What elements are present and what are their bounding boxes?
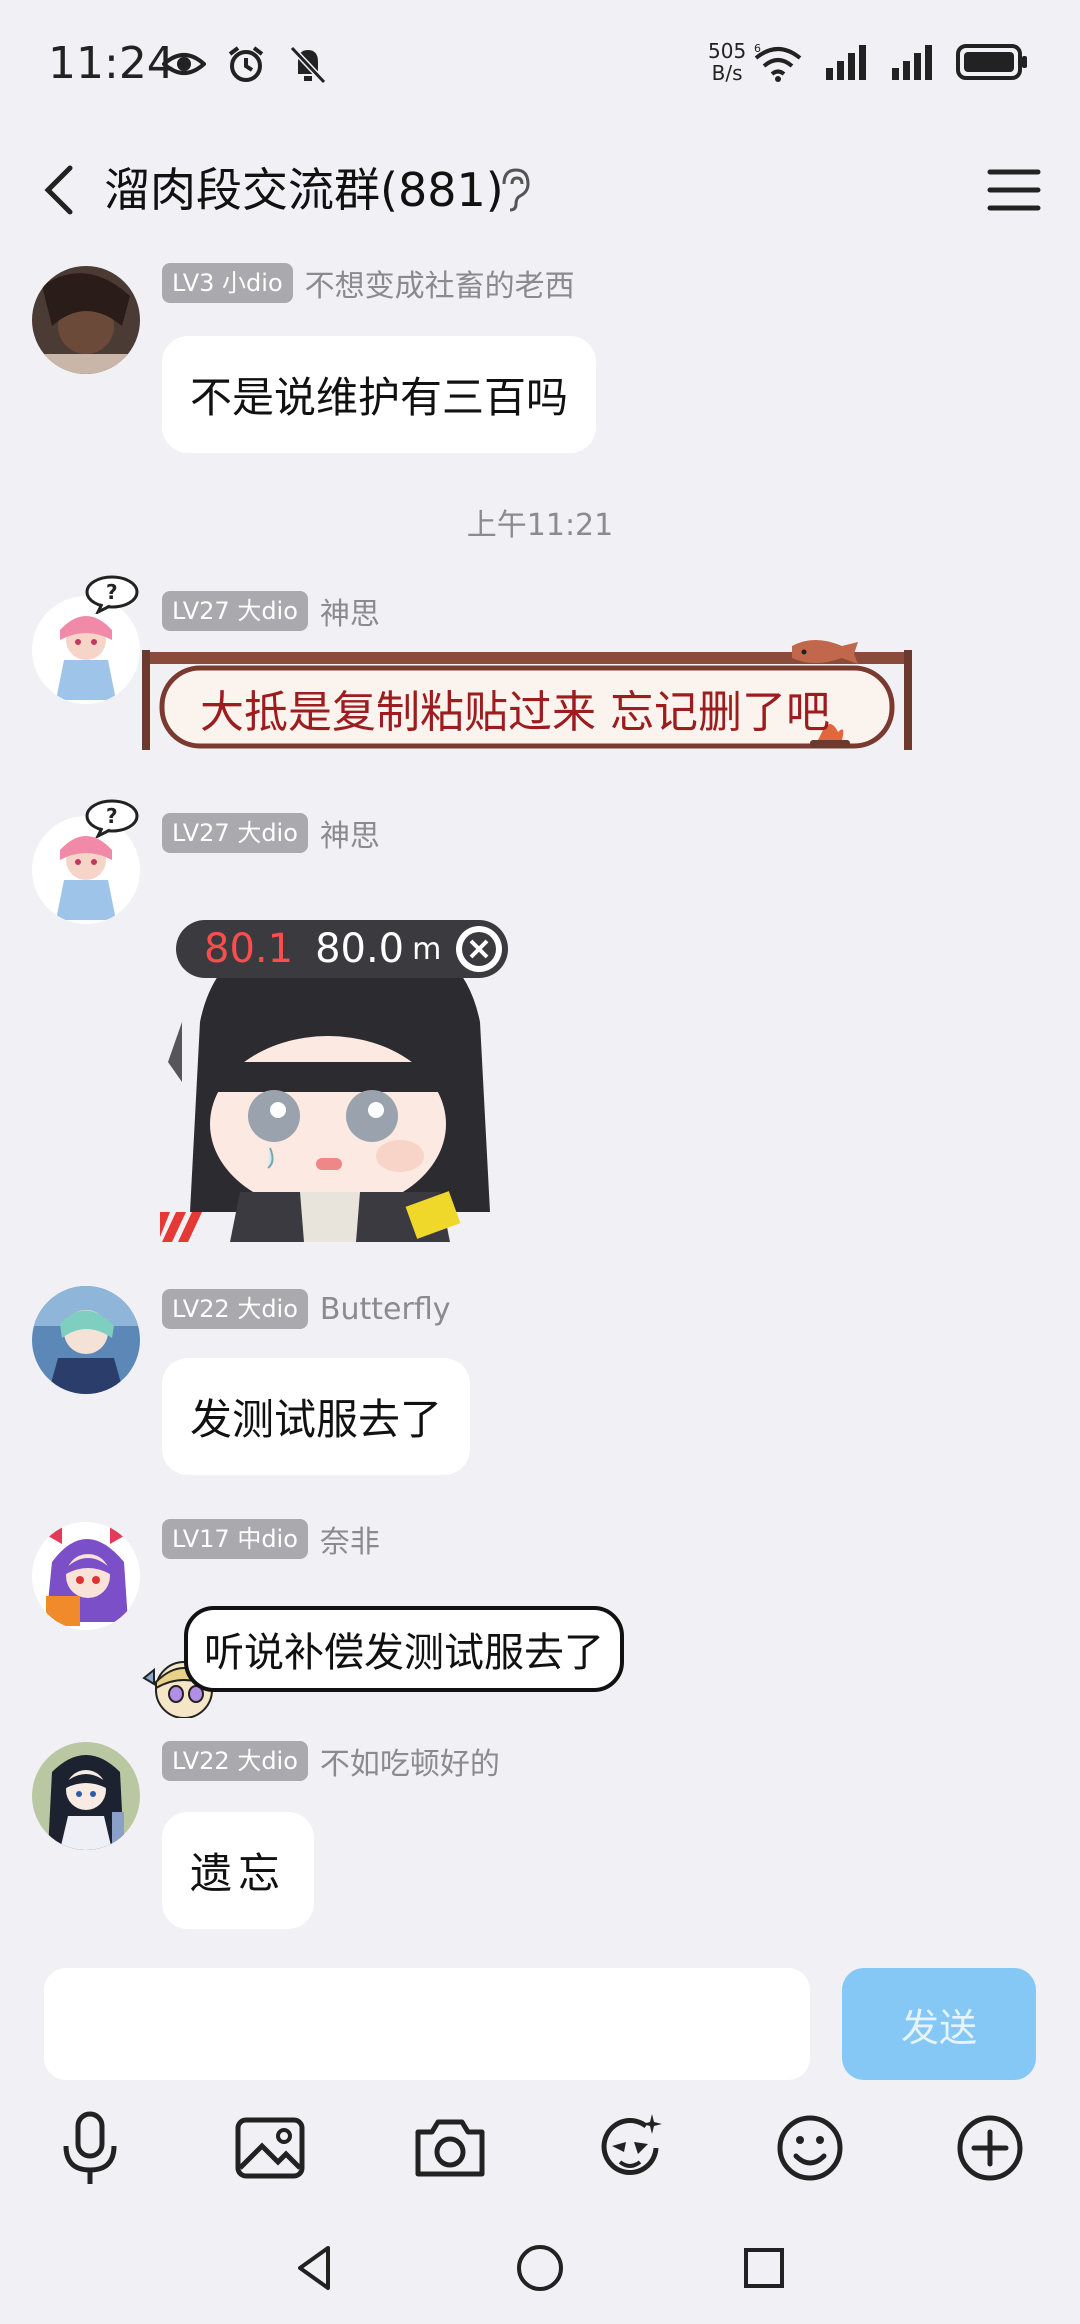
message-meta: LV27 大dio 神思	[162, 590, 380, 632]
sender-name[interactable]: 神思	[320, 811, 380, 855]
status-right-icons: 6	[752, 42, 1030, 82]
level-badge: LV17 中dio	[162, 1519, 308, 1559]
input-area: 发送	[0, 1948, 1080, 2218]
scroll-banner-bubble[interactable]: 大抵是复制粘贴过来 忘记删了吧	[142, 640, 912, 758]
message-bubble[interactable]: 不是说维护有三百吗	[162, 336, 597, 453]
message-bubble[interactable]: 遗忘	[162, 1812, 315, 1929]
input-toolbar	[0, 2108, 1080, 2218]
network-rate-unit: B/s	[711, 61, 743, 85]
message-text: 大抵是复制粘贴过来 忘记删了吧	[200, 687, 830, 738]
avatar[interactable]	[32, 1522, 140, 1630]
sender-name[interactable]: 不想变成社畜的老西	[305, 261, 575, 305]
plus-icon[interactable]	[950, 2108, 1030, 2188]
sticker-icon[interactable]	[590, 2108, 670, 2188]
svg-text:?: ?	[106, 580, 118, 604]
avatar[interactable]	[32, 1742, 140, 1850]
mute-icon	[289, 45, 327, 84]
status-time: 11:24	[48, 38, 175, 89]
system-navigation-bar	[0, 2218, 1080, 2324]
message-meta: LV22 大dio Butterfly	[162, 1288, 450, 1330]
status-bar: 11:24 505 B/s 6	[0, 0, 1080, 130]
close-circle-icon[interactable]	[456, 926, 502, 972]
network-rate-value: 505	[708, 39, 747, 63]
message-input[interactable]	[44, 1968, 810, 2080]
svg-text:6: 6	[754, 42, 761, 55]
message-bubble[interactable]: 发测试服去了	[162, 1358, 471, 1475]
back-triangle-icon[interactable]	[286, 2238, 346, 2298]
level-badge: LV22 大dio	[162, 1289, 308, 1329]
microphone-icon[interactable]	[50, 2108, 130, 2188]
avatar[interactable]	[32, 266, 140, 374]
home-circle-icon[interactable]	[510, 2238, 570, 2298]
message-meta: LV27 大dio 神思	[162, 812, 380, 854]
message-timestamp: 上午11:21	[466, 508, 614, 543]
message-meta: LV17 中dio 奈非	[162, 1518, 380, 1560]
sender-name[interactable]: 神思	[320, 589, 380, 633]
sticker-overlay-badge: 80.1 80.0 m	[176, 920, 508, 978]
sender-name[interactable]: 不如吃顿好的	[320, 1739, 500, 1783]
sticker-unit: m	[412, 931, 442, 967]
emoji-icon[interactable]	[770, 2108, 850, 2188]
status-left-icons	[162, 44, 330, 84]
sender-name[interactable]: Butterfly	[320, 1292, 451, 1327]
sender-name[interactable]: 奈非	[320, 1517, 380, 1561]
message-meta: LV22 大dio 不如吃顿好的	[162, 1740, 500, 1782]
question-bubble-icon: ?	[85, 575, 139, 614]
sticker-value-white: 80.0	[315, 926, 405, 972]
message-meta: LV3 小dio 不想变成社畜的老西	[162, 262, 575, 304]
recents-square-icon[interactable]	[734, 2238, 794, 2298]
signal-icon	[892, 45, 932, 80]
level-badge: LV22 大dio	[162, 1741, 308, 1781]
sticker-value-red: 80.1	[204, 926, 294, 972]
svg-text:?: ?	[106, 804, 118, 828]
send-button[interactable]: 发送	[842, 1968, 1036, 2080]
wifi-6-icon: 6	[754, 42, 802, 82]
network-rate: 505 B/s	[708, 40, 746, 84]
chat-header: 溜肉段交流群(881)	[0, 130, 1080, 255]
level-badge: LV3 小dio	[162, 263, 293, 303]
alarm-icon	[228, 46, 264, 82]
level-badge: LV27 大dio	[162, 813, 308, 853]
image-icon[interactable]	[230, 2108, 310, 2188]
message-bubble[interactable]: 听说补偿发测试服去了	[184, 1606, 624, 1692]
menu-icon[interactable]	[982, 158, 1046, 222]
back-arrow-icon[interactable]	[30, 150, 90, 230]
eye-icon	[162, 53, 206, 75]
camera-icon[interactable]	[410, 2108, 490, 2188]
ear-mode-icon[interactable]	[494, 164, 534, 214]
question-bubble-icon: ?	[85, 799, 139, 838]
signal-icon	[826, 45, 866, 80]
avatar[interactable]	[32, 1286, 140, 1394]
group-title[interactable]: 溜肉段交流群(881)	[104, 154, 504, 220]
battery-icon	[956, 44, 1027, 80]
level-badge: LV27 大dio	[162, 591, 308, 631]
